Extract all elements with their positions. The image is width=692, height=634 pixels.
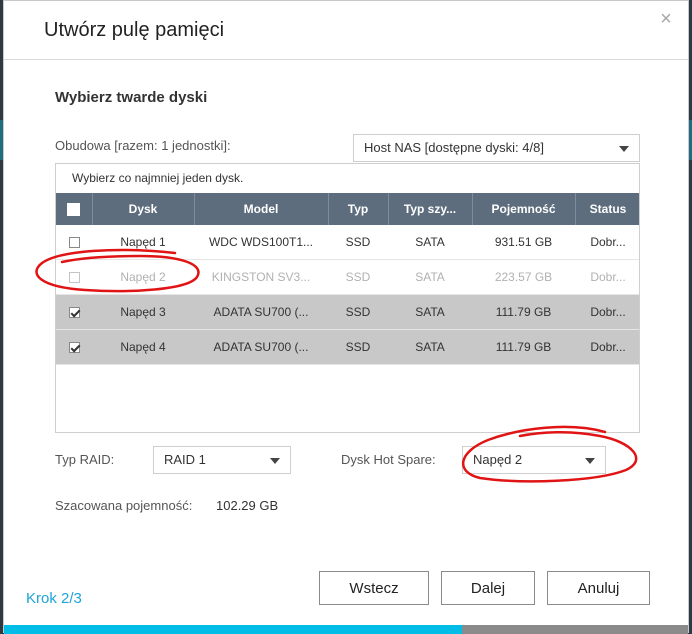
cell-model: KINGSTON SV3... (194, 259, 328, 295)
cell-bus: SATA (388, 225, 472, 260)
dialog-header: Utwórz pulę pamięci × (4, 1, 688, 60)
cell-bus: SATA (388, 329, 472, 365)
hot-spare-value: Napęd 2 (473, 452, 523, 467)
raid-type-value: RAID 1 (164, 452, 206, 467)
enclosure-select-value: Host NAS [dostępne dyski: 4/8] (364, 140, 544, 155)
table-row[interactable]: Napęd 4 ADATA SU700 (... SSD SATA 111.79… (56, 329, 639, 365)
table-row[interactable]: Napęd 1 WDC WDS100T1... SSD SATA 931.51 … (56, 225, 639, 260)
cell-capacity: 223.57 GB (472, 259, 575, 295)
column-header-capacity[interactable]: Pojemność (472, 193, 576, 225)
section-title: Wybierz twarde dyski (55, 89, 208, 106)
estimated-capacity-value: 102.29 GB (216, 498, 279, 513)
column-header-type[interactable]: Typ (328, 193, 389, 225)
table-row: Napęd 2 KINGSTON SV3... SSD SATA 223.57 … (56, 259, 639, 295)
cell-capacity: 111.79 GB (472, 294, 575, 330)
step-indicator: Krok 2/3 (26, 590, 82, 607)
create-storage-pool-dialog: Utwórz pulę pamięci × Wybierz twarde dys… (3, 0, 689, 634)
cell-status: Dobr... (575, 329, 639, 365)
cell-bus: SATA (388, 294, 472, 330)
raid-type-select[interactable]: RAID 1 (153, 446, 291, 474)
dialog-title: Utwórz pulę pamięci (44, 19, 225, 41)
cell-type: SSD (328, 294, 388, 330)
estimated-capacity-label: Szacowana pojemność: (55, 498, 193, 513)
cell-disk: Napęd 3 (92, 294, 194, 330)
next-button[interactable]: Dalej (441, 571, 535, 605)
table-header-row: Dysk Model Typ Typ szy... Pojemność Stat… (56, 193, 639, 225)
enclosure-label: Obudowa [razem: 1 jednostki]: (55, 138, 231, 153)
column-header-model[interactable]: Model (194, 193, 329, 225)
row-checkbox-cell[interactable] (56, 225, 92, 260)
cell-model: WDC WDS100T1... (194, 225, 328, 260)
enclosure-select[interactable]: Host NAS [dostępne dyski: 4/8] (353, 134, 640, 162)
table-hint: Wybierz co najmniej jeden dysk. (72, 171, 244, 185)
cell-model: ADATA SU700 (... (194, 329, 328, 365)
cell-type: SSD (328, 329, 388, 365)
cell-type: SSD (328, 225, 388, 260)
cell-bus: SATA (388, 259, 472, 295)
chevron-down-icon (585, 458, 595, 464)
raid-type-label: Typ RAID: (55, 452, 115, 467)
cell-capacity: 931.51 GB (472, 225, 575, 260)
column-header-disk[interactable]: Dysk (92, 193, 195, 225)
chevron-down-icon (619, 146, 629, 152)
row-checkbox-cell (56, 259, 92, 295)
table-row[interactable]: Napęd 3 ADATA SU700 (... SSD SATA 111.79… (56, 294, 639, 330)
select-all-checkbox[interactable] (67, 203, 81, 217)
cell-capacity: 111.79 GB (472, 329, 575, 365)
disk-table: Wybierz co najmniej jeden dysk. Dysk Mod… (55, 163, 640, 433)
row-checkbox-cell[interactable] (56, 294, 92, 330)
close-icon[interactable]: × (656, 9, 676, 29)
cell-status: Dobr... (575, 259, 639, 295)
hot-spare-label: Dysk Hot Spare: (341, 452, 436, 467)
cell-disk: Napęd 4 (92, 329, 194, 365)
column-header-bus[interactable]: Typ szy... (388, 193, 473, 225)
row-checkbox-cell[interactable] (56, 329, 92, 365)
cell-disk: Napęd 1 (92, 225, 194, 260)
cell-status: Dobr... (575, 225, 639, 260)
cell-type: SSD (328, 259, 388, 295)
row-checkbox (68, 272, 80, 284)
chevron-down-icon (270, 458, 280, 464)
column-header-status[interactable]: Status (575, 193, 639, 225)
back-button[interactable]: Wstecz (319, 571, 429, 605)
cell-status: Dobr... (575, 294, 639, 330)
row-checkbox[interactable] (68, 307, 80, 319)
hot-spare-select[interactable]: Napęd 2 (462, 446, 606, 474)
row-checkbox[interactable] (68, 342, 80, 354)
select-all-cell[interactable] (56, 193, 93, 225)
row-checkbox[interactable] (68, 237, 80, 249)
cancel-button[interactable]: Anuluj (547, 571, 650, 605)
cell-model: ADATA SU700 (... (194, 294, 328, 330)
cell-disk: Napęd 2 (92, 259, 194, 295)
